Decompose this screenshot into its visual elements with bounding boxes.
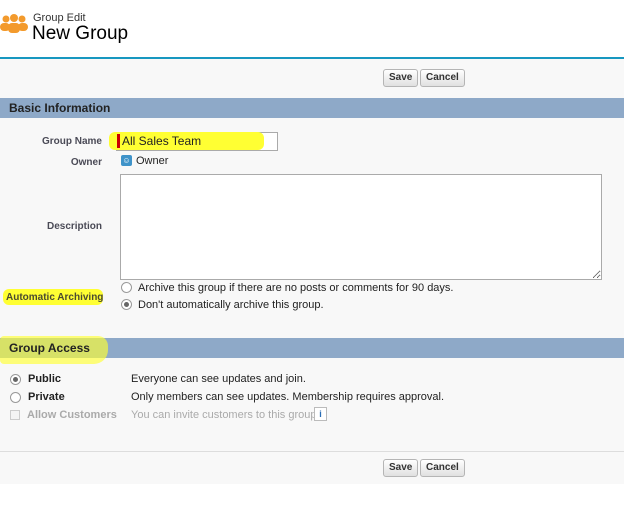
public-description: Everyone can see updates and join. xyxy=(131,373,306,385)
section-title: Group Access xyxy=(9,341,90,355)
archive-option-radio[interactable] xyxy=(121,282,132,293)
group-name-value: All Sales Team xyxy=(122,134,202,148)
no-archive-option-label: Don't automatically archive this group. xyxy=(138,299,324,311)
private-radio[interactable] xyxy=(10,392,21,403)
save-button-top[interactable]: Save xyxy=(383,69,419,87)
section-basic-information: Basic Information xyxy=(0,98,624,118)
archive-option-label: Archive this group if there are no posts… xyxy=(138,282,454,294)
public-radio[interactable] xyxy=(10,374,21,385)
page-title: New Group xyxy=(32,23,129,44)
save-button-bottom[interactable]: Save xyxy=(383,459,419,477)
allow-customers-checkbox[interactable] xyxy=(10,410,20,420)
cancel-button-bottom[interactable]: Cancel xyxy=(420,459,465,477)
automatic-archiving-label: Automatic Archiving xyxy=(6,292,104,303)
user-icon: ☺ xyxy=(121,155,132,166)
group-icon xyxy=(0,14,28,33)
allow-customers-label: Allow Customers xyxy=(27,409,117,421)
allow-customers-description: You can invite customers to this group. xyxy=(131,409,320,421)
no-archive-option-radio[interactable] xyxy=(121,299,132,310)
required-indicator xyxy=(117,134,120,148)
owner-value[interactable]: Owner xyxy=(136,155,168,167)
group-name-input[interactable]: All Sales Team xyxy=(109,132,278,151)
divider xyxy=(0,451,624,452)
public-label: Public xyxy=(28,373,62,385)
group-name-label: Group Name xyxy=(41,136,102,147)
info-icon[interactable]: i xyxy=(314,407,327,421)
owner-label: Owner xyxy=(70,157,102,168)
section-group-access: Group Access xyxy=(0,336,624,364)
private-label: Private xyxy=(28,391,65,403)
description-input[interactable] xyxy=(120,174,602,280)
private-description: Only members can see updates. Membership… xyxy=(131,391,445,403)
description-label: Description xyxy=(46,221,102,232)
cancel-button-top[interactable]: Cancel xyxy=(420,69,465,87)
